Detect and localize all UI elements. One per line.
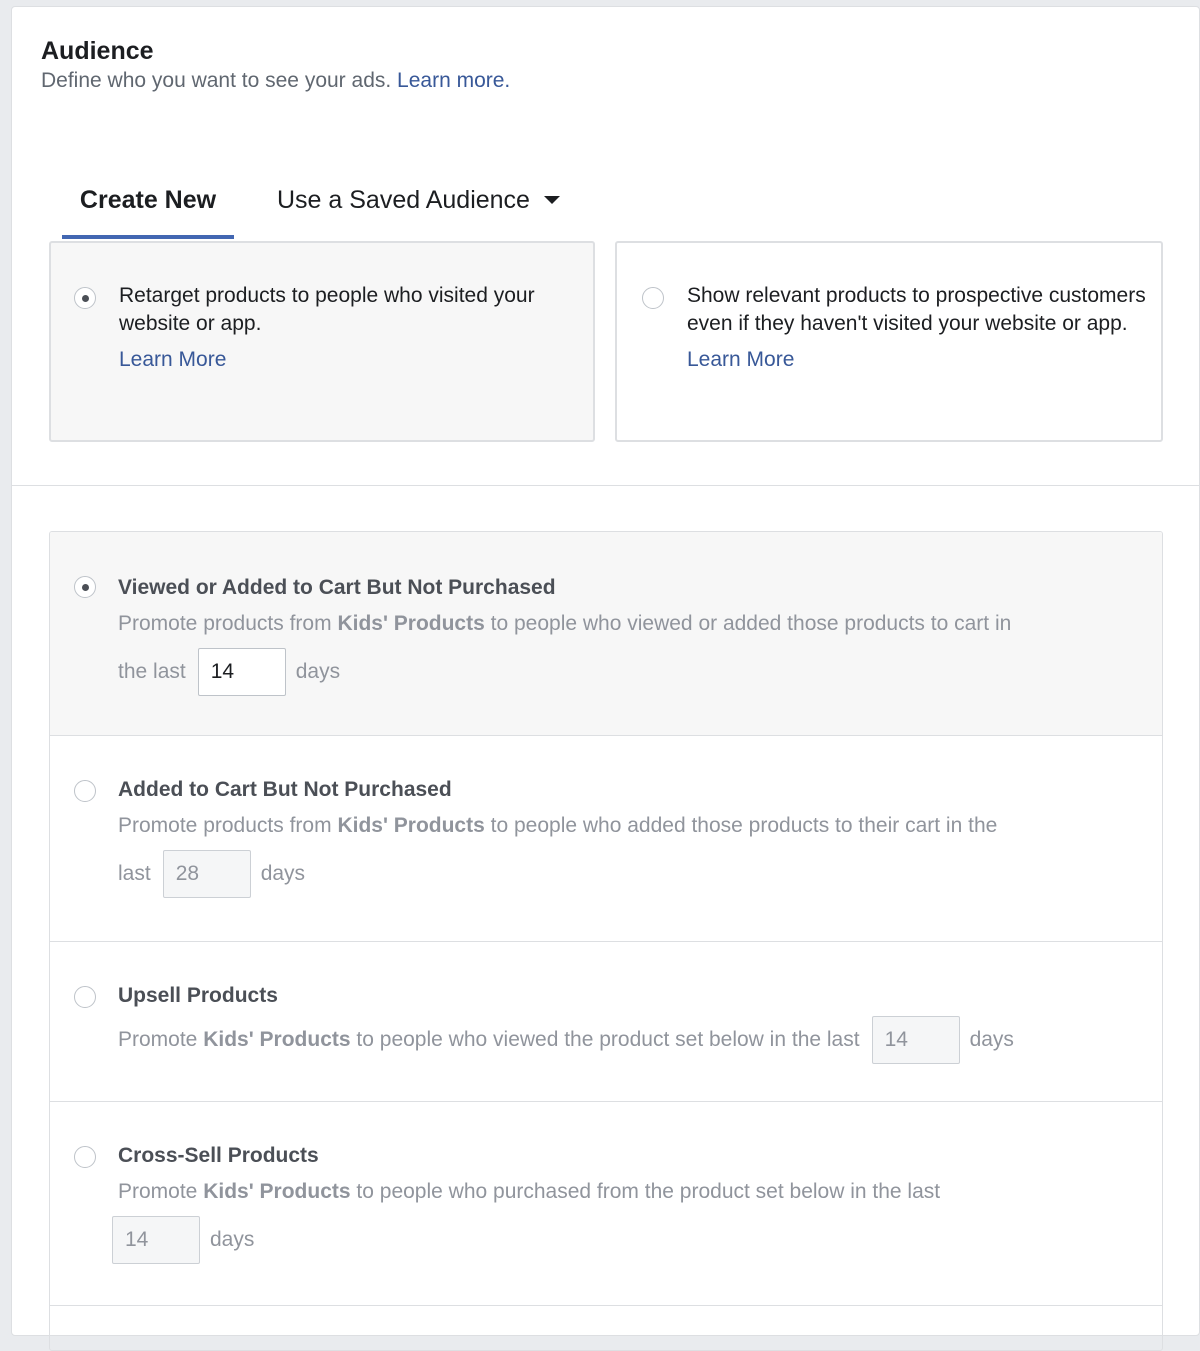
desc-text: the last (118, 660, 186, 683)
product-set-name: Kids' Products (337, 612, 485, 635)
row-description: Promote products from Kids' Products to … (118, 600, 1128, 697)
days-input[interactable]: 14 (197, 648, 286, 697)
desc-text: to people who added those products to th… (490, 814, 998, 837)
days-unit: days (295, 660, 341, 683)
caret-down-icon (543, 195, 560, 204)
subtitle-text: Define who you want to see your ads. (41, 69, 392, 92)
retarget-learn-more-link[interactable]: Learn More (119, 346, 559, 374)
retarget-radio[interactable] (74, 287, 96, 309)
days-input[interactable]: 28 (162, 850, 251, 899)
tab-create-new-label: Create New (79, 186, 217, 214)
row-description: Promote Kids' Products to people who pur… (112, 1168, 1128, 1265)
days-input[interactable]: 14 (112, 1216, 200, 1265)
cross-sell-radio[interactable] (74, 1146, 96, 1168)
retarget-options-list: Viewed or Added to Cart But Not Purchase… (49, 531, 1163, 1351)
row-title: Cross-Sell Products (118, 1144, 319, 1167)
retarget-option-label: Retarget products to people who visited … (119, 284, 535, 335)
days-unit: days (260, 862, 306, 885)
desc-text: to people who viewed or added those prod… (490, 612, 1012, 635)
desc-text: to people who purchased from the product… (356, 1180, 941, 1203)
prospecting-option-label: Show relevant products to prospective cu… (687, 284, 1146, 335)
added-to-cart-radio[interactable] (74, 780, 96, 802)
list-item[interactable]: Cross-Sell Products Promote Kids' Produc… (50, 1102, 1162, 1306)
desc-text: Promote (118, 1180, 198, 1203)
section-title: Audience (41, 37, 154, 65)
row-title: Added to Cart But Not Purchased (118, 778, 452, 801)
desc-text: to people who viewed the product set bel… (356, 1028, 860, 1051)
row-title: Viewed or Added to Cart But Not Purchase… (118, 576, 556, 599)
active-tab-indicator (62, 235, 234, 239)
product-set-name: Kids' Products (203, 1180, 351, 1203)
desc-text: last (118, 862, 151, 885)
upsell-radio[interactable] (74, 986, 96, 1008)
row-title: Upsell Products (118, 984, 278, 1007)
days-unit: days (969, 1028, 1014, 1051)
section-divider (12, 485, 1199, 486)
desc-text: Promote products from (118, 814, 332, 837)
section-subtitle: Define who you want to see your ads. Lea… (41, 69, 510, 93)
row-description: Promote products from Kids' Products to … (118, 802, 1128, 899)
retarget-option-card[interactable]: Retarget products to people who visited … (49, 241, 595, 442)
desc-text: Promote products from (118, 612, 332, 635)
retarget-option-text: Retarget products to people who visited … (119, 282, 559, 374)
learn-more-link[interactable]: Learn more. (397, 69, 510, 92)
tab-create-new[interactable]: Create New (62, 179, 234, 239)
tab-saved-audience[interactable]: Use a Saved Audience (277, 179, 560, 239)
list-item[interactable]: Upsell Products Promote Kids' Products t… (50, 942, 1162, 1102)
desc-text: Promote (118, 1028, 198, 1051)
product-set-name: Kids' Products (203, 1028, 351, 1051)
days-input[interactable]: 14 (871, 1016, 960, 1065)
days-unit: days (210, 1228, 255, 1251)
prospecting-learn-more-link[interactable]: Learn More (687, 346, 1147, 374)
list-item[interactable]: Viewed or Added to Cart But Not Purchase… (50, 532, 1162, 736)
viewed-or-added-radio[interactable] (74, 576, 96, 598)
audience-panel: Audience Define who you want to see your… (11, 6, 1200, 1351)
list-item[interactable]: Added to Cart But Not Purchased Promote … (50, 736, 1162, 942)
product-set-name: Kids' Products (337, 814, 485, 837)
prospecting-radio[interactable] (642, 287, 664, 309)
tab-saved-audience-label: Use a Saved Audience (277, 186, 530, 214)
prospecting-option-text: Show relevant products to prospective cu… (687, 282, 1147, 374)
prospecting-option-card[interactable]: Show relevant products to prospective cu… (615, 241, 1163, 442)
row-description: Promote Kids' Products to people who vie… (118, 1016, 1128, 1065)
